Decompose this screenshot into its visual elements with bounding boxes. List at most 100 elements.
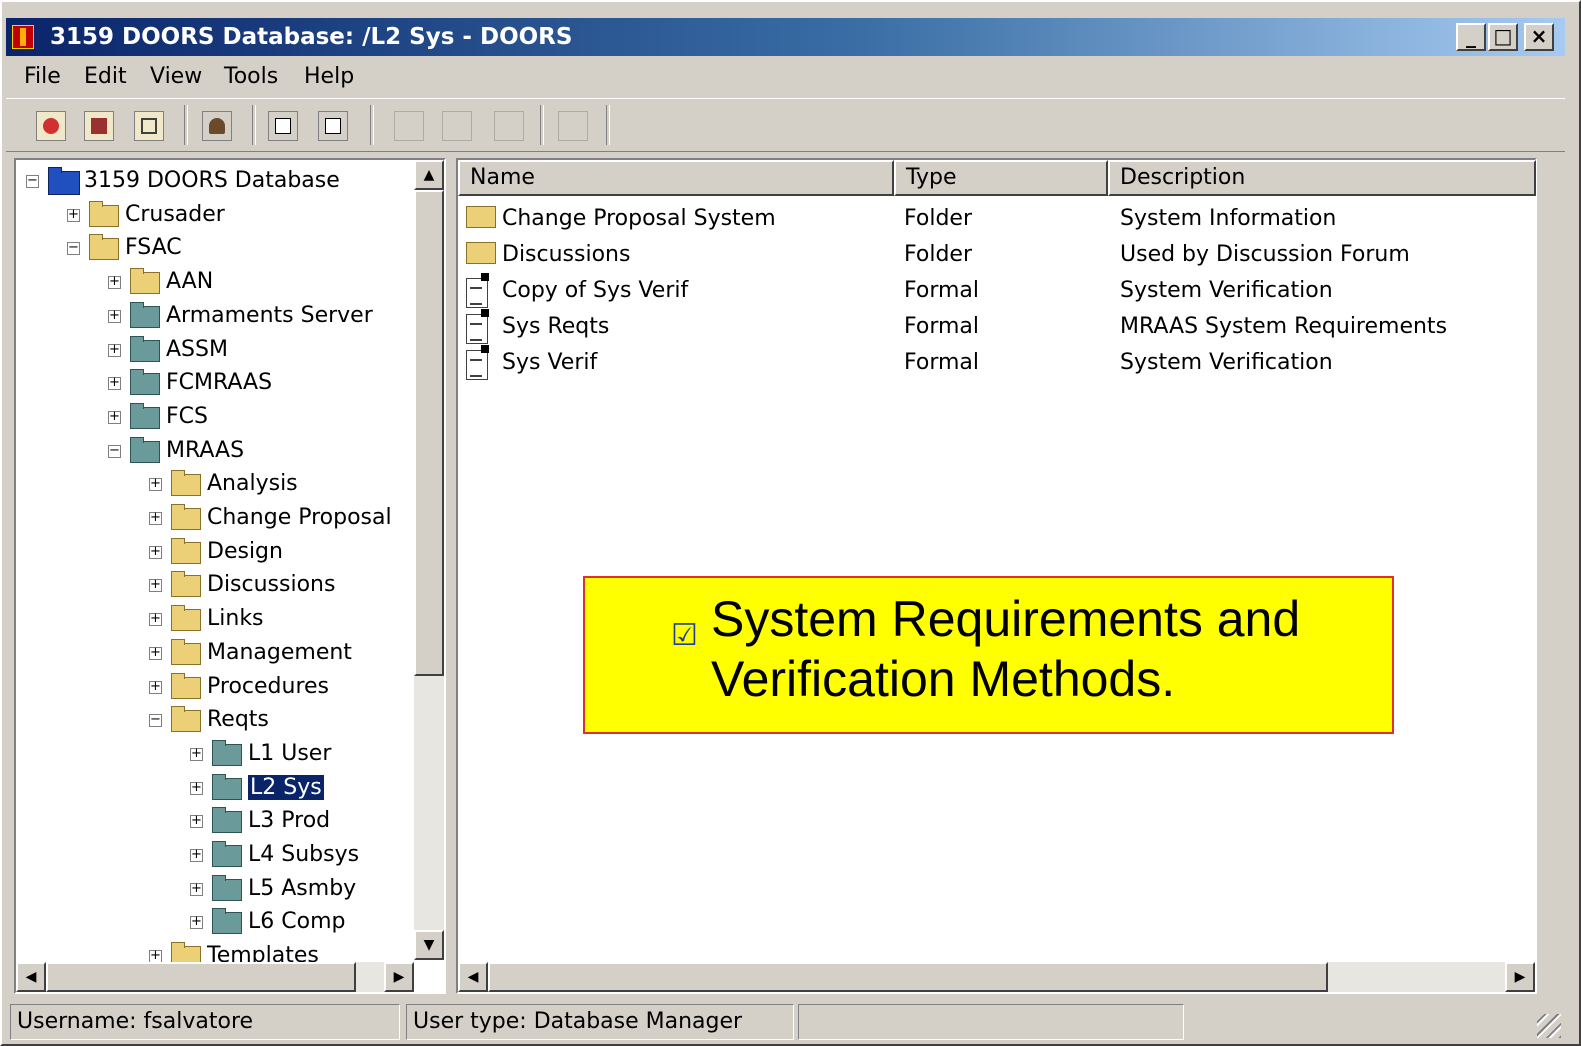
delete-icon[interactable] — [558, 111, 588, 141]
tree-item-label[interactable]: L4 Subsys — [248, 842, 359, 867]
expand-icon[interactable]: + — [190, 848, 203, 862]
expand-icon[interactable]: + — [149, 477, 162, 492]
scroll-thumb[interactable] — [488, 962, 1328, 992]
tree-item-label[interactable]: L2 Sys — [247, 773, 325, 801]
maximize-button[interactable]: □ — [1488, 23, 1518, 51]
expand-icon[interactable]: + — [149, 680, 162, 694]
tree-item[interactable]: + ASSM — [16, 335, 411, 367]
list-row[interactable]: Discussions Folder Used by Discussion Foru… — [458, 238, 1508, 274]
expand-icon[interactable]: + — [149, 578, 162, 593]
menu-view[interactable]: View — [150, 64, 202, 89]
tree-item-label[interactable]: L1 User — [248, 741, 331, 766]
expand-icon[interactable]: + — [108, 343, 121, 357]
tree-item-label[interactable]: Design — [207, 539, 283, 564]
tree-item[interactable]: + L2 Sys — [16, 773, 411, 805]
collapse-icon[interactable]: − — [67, 241, 80, 256]
menu-edit[interactable]: Edit — [84, 64, 127, 89]
tree-item[interactable]: + Change Proposal — [16, 503, 411, 535]
expand-icon[interactable]: + — [108, 376, 121, 391]
tree-item-label[interactable]: L6 Comp — [248, 909, 345, 934]
tree-item-label[interactable]: Analysis — [207, 471, 298, 496]
collapse-icon[interactable]: − — [26, 174, 39, 188]
scroll-down-button[interactable]: ▼ — [414, 930, 444, 960]
tree-item[interactable]: + AAN — [16, 267, 411, 299]
tree-item[interactable]: + L6 Comp — [16, 907, 411, 939]
expand-icon[interactable]: + — [190, 747, 203, 761]
tree-item[interactable]: + Armaments Server — [16, 301, 411, 333]
column-header-type[interactable]: Type — [894, 160, 1108, 196]
tree-item-label[interactable]: L3 Prod — [248, 808, 330, 833]
tree-item[interactable]: + Discussions — [16, 570, 411, 602]
column-header-name[interactable]: Name — [458, 160, 894, 196]
tree-horizontal-scrollbar[interactable]: ◀ ▶ — [16, 962, 414, 992]
tree-item-label[interactable]: Crusader — [125, 202, 225, 227]
tree-item[interactable]: + L1 User — [16, 739, 411, 771]
expand-icon[interactable]: + — [190, 915, 203, 930]
tree-item[interactable]: + Procedures — [16, 672, 411, 704]
tree-item[interactable]: + Links — [16, 604, 411, 636]
tree-item[interactable]: − 3159 DOORS Database — [16, 166, 411, 198]
scroll-thumb[interactable] — [414, 190, 444, 676]
tree-vertical-scrollbar[interactable]: ▲ ▼ — [414, 160, 444, 960]
close-button[interactable]: × — [1524, 23, 1554, 51]
resize-grip[interactable] — [1537, 1014, 1561, 1038]
tree-item[interactable]: − MRAAS — [16, 436, 411, 468]
list-row[interactable]: Change Proposal System Folder System Infor… — [458, 202, 1508, 238]
tree-item[interactable]: − Reqts — [16, 705, 411, 737]
scroll-left-button[interactable]: ◀ — [16, 962, 46, 992]
expand-icon[interactable]: + — [190, 882, 203, 896]
menu-file[interactable]: File — [24, 64, 61, 89]
user-manager-icon[interactable] — [202, 111, 232, 141]
column-header-description[interactable]: Description — [1108, 160, 1536, 196]
tree-item-label[interactable]: Links — [207, 606, 264, 631]
copy-icon[interactable] — [442, 111, 472, 141]
doors-app-icon[interactable] — [12, 25, 34, 49]
tree-item-label[interactable]: FCMRAAS — [166, 370, 272, 395]
collapse-icon[interactable]: − — [149, 713, 162, 728]
list-horizontal-scrollbar[interactable]: ◀ ▶ — [458, 962, 1535, 992]
expand-icon[interactable]: + — [149, 511, 162, 525]
cut-icon[interactable] — [394, 111, 424, 141]
expand-icon[interactable]: + — [108, 410, 121, 424]
tree-item[interactable]: + L3 Prod — [16, 806, 411, 838]
expand-icon[interactable]: + — [149, 646, 162, 660]
expand-icon[interactable]: + — [190, 781, 203, 795]
tree-item-label[interactable]: MRAAS — [166, 438, 244, 463]
database-tree[interactable]: − 3159 DOORS Database + Crusader − FSAC + AAN + A… — [14, 158, 446, 994]
scroll-up-button[interactable]: ▲ — [414, 160, 444, 190]
new-formal-module-icon[interactable] — [268, 111, 298, 141]
minimize-button[interactable]: _ — [1456, 23, 1486, 51]
list-row[interactable]: Sys Verif Formal System Verification — [458, 345, 1508, 382]
tree-item[interactable]: + Design — [16, 537, 411, 569]
paste-icon[interactable] — [494, 111, 524, 141]
collapse-icon[interactable]: − — [108, 444, 121, 458]
tree-item-label[interactable]: L5 Asmby — [248, 876, 356, 901]
menu-help[interactable]: Help — [304, 64, 354, 89]
expand-icon[interactable]: + — [149, 545, 162, 559]
up-level-icon[interactable] — [134, 111, 164, 141]
tree-item-label[interactable]: Discussions — [207, 572, 335, 597]
tree-item[interactable]: + Management — [16, 638, 411, 670]
tree-item-label[interactable]: FSAC — [125, 235, 182, 260]
tree-item[interactable]: − FSAC — [16, 233, 411, 265]
new-project-icon[interactable] — [84, 111, 114, 141]
tree-item-label[interactable]: AAN — [166, 269, 213, 294]
tree-item[interactable]: + L5 Asmby — [16, 874, 411, 906]
tree-item-label[interactable]: ASSM — [166, 337, 228, 362]
expand-icon[interactable]: + — [108, 309, 121, 323]
new-link-module-icon[interactable] — [318, 111, 348, 141]
new-folder-icon[interactable] — [36, 111, 66, 141]
scroll-left-button[interactable]: ◀ — [458, 962, 488, 992]
tree-item[interactable]: + L4 Subsys — [16, 840, 411, 872]
title-bar[interactable]: 3159 DOORS Database: /L2 Sys - DOORS _ □… — [6, 18, 1565, 56]
tree-item[interactable]: + FCS — [16, 402, 411, 434]
tree-item[interactable]: + Analysis — [16, 469, 411, 501]
list-row[interactable]: Sys Reqts Formal MRAAS System Requirements — [458, 309, 1508, 346]
tree-item-label[interactable]: 3159 DOORS Database — [84, 168, 340, 193]
tree-item-label[interactable]: Armaments Server — [166, 303, 373, 328]
tree-item[interactable]: + FCMRAAS — [16, 368, 411, 400]
tree-item-label[interactable]: Change Proposal — [207, 505, 392, 530]
scroll-thumb[interactable] — [46, 962, 356, 992]
tree-item[interactable]: + Crusader — [16, 200, 411, 232]
tree-item-label[interactable]: Reqts — [207, 707, 269, 732]
